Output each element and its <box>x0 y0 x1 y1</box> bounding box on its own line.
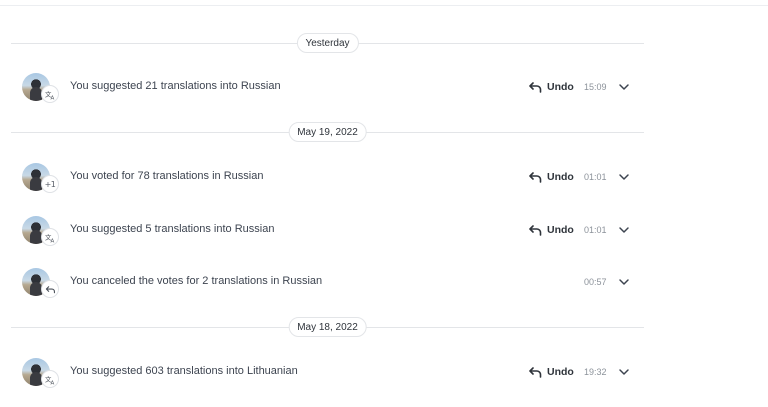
undo-icon <box>529 224 542 236</box>
undo-icon <box>529 366 542 378</box>
svg-text:A: A <box>50 380 54 384</box>
chevron-down-icon[interactable] <box>618 365 630 377</box>
undo-icon <box>41 280 59 298</box>
date-label: Yesterday <box>296 33 359 53</box>
svg-text:A: A <box>50 95 54 99</box>
activity-text: You suggested 603 translations into Lith… <box>70 365 298 377</box>
top-separator <box>0 5 768 6</box>
chevron-down-icon[interactable] <box>618 80 630 92</box>
date-divider: May 18, 2022 <box>11 317 644 337</box>
undo-icon <box>529 171 542 183</box>
undo-label: Undo <box>547 366 574 378</box>
translate-icon: 文A <box>41 370 59 388</box>
activity-row: 文A You suggested 5 translations into Rus… <box>0 216 644 248</box>
chevron-down-icon[interactable] <box>618 170 630 182</box>
activity-text: You canceled the votes for 2 translation… <box>70 275 323 287</box>
undo-label: Undo <box>547 81 574 93</box>
timestamp: 01:01 <box>584 225 607 235</box>
activity-text: You suggested 5 translations into Russia… <box>70 223 275 235</box>
date-divider: May 19, 2022 <box>11 122 644 142</box>
date-divider: Yesterday <box>11 33 644 53</box>
activity-text: You suggested 21 translations into Russi… <box>70 80 281 92</box>
vote-plus-icon: +1 <box>41 175 59 193</box>
undo-button[interactable]: Undo <box>529 79 574 95</box>
activity-text: You voted for 78 translations in Russian <box>70 170 264 182</box>
undo-icon <box>529 81 542 93</box>
timestamp: 01:01 <box>584 172 607 182</box>
timestamp: 00:57 <box>584 277 607 287</box>
date-label: May 18, 2022 <box>288 317 367 337</box>
date-label: May 19, 2022 <box>288 122 367 142</box>
undo-button[interactable]: Undo <box>529 364 574 380</box>
activity-row: +1 You voted for 78 translations in Russ… <box>0 163 644 195</box>
svg-text:A: A <box>50 238 54 242</box>
undo-label: Undo <box>547 171 574 183</box>
translate-icon: 文A <box>41 85 59 103</box>
chevron-down-icon[interactable] <box>618 223 630 235</box>
activity-row: 文A You suggested 603 translations into L… <box>0 358 644 390</box>
timestamp: 15:09 <box>584 82 607 92</box>
activity-row: 文A You suggested 21 translations into Ru… <box>0 73 644 105</box>
undo-label: Undo <box>547 224 574 236</box>
translate-icon: 文A <box>41 228 59 246</box>
timestamp: 19:32 <box>584 367 607 377</box>
undo-button[interactable]: Undo <box>529 222 574 238</box>
undo-button[interactable]: Undo <box>529 169 574 185</box>
chevron-down-icon[interactable] <box>618 275 630 287</box>
activity-row: You canceled the votes for 2 translation… <box>0 268 644 300</box>
